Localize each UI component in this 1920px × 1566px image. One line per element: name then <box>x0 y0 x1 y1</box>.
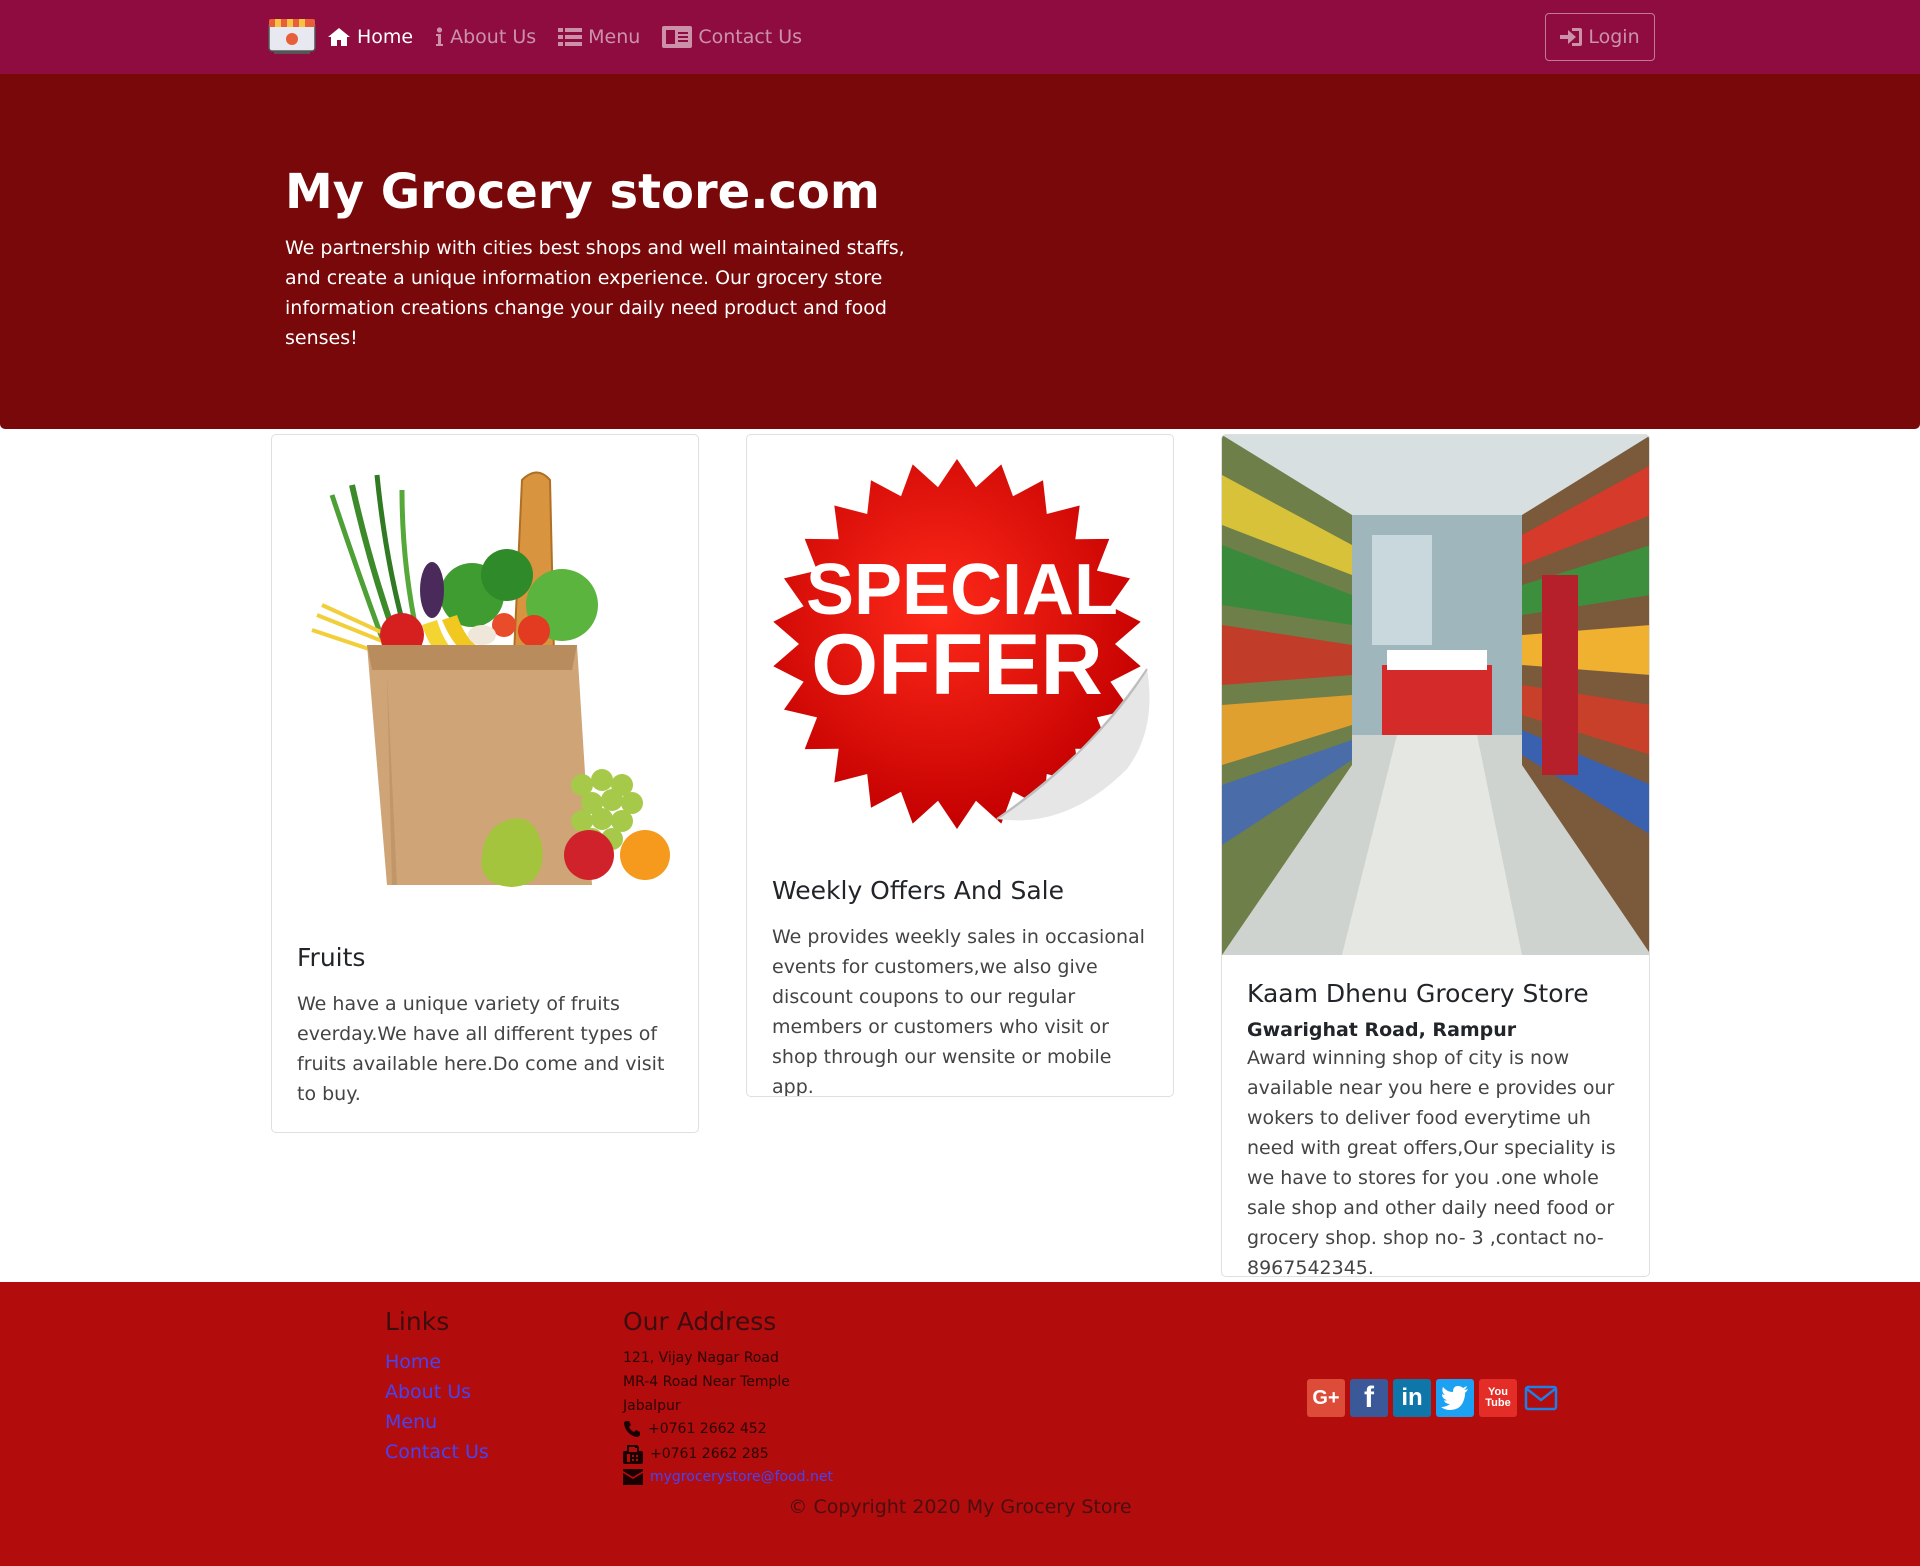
footer <box>0 1282 1920 1566</box>
login-button[interactable]: Login <box>1545 13 1655 61</box>
sticker-text-offer: OFFER <box>811 617 1102 713</box>
card-fruits-title: Fruits <box>297 943 366 972</box>
footer-link-about-us[interactable]: About Us <box>385 1381 471 1403</box>
nav-menu[interactable]: Menu <box>558 26 640 48</box>
footer-links-heading: Links <box>385 1307 450 1336</box>
youtube-glyph: You Tube <box>1485 1386 1511 1409</box>
nav-contact-us[interactable]: Contact Us <box>662 26 802 48</box>
sign-in-icon <box>1560 28 1583 46</box>
card-fruits-text: We have a unique variety of fruits everd… <box>297 993 665 1105</box>
nav-home-label: Home <box>357 26 414 48</box>
address-line-1: 121, Vijay Nagar Road <box>623 1350 779 1366</box>
address-line-2: MR-4 Road Near Temple <box>623 1374 790 1390</box>
card-fruits: Fruits We have a unique variety of fruit… <box>271 434 699 1133</box>
facebook-glyph: f <box>1364 1381 1374 1414</box>
list-icon <box>558 28 583 46</box>
envelope-icon <box>623 1469 643 1485</box>
address-line-3-text: Jabalpur <box>623 1398 681 1414</box>
mail-glyph <box>1524 1385 1558 1411</box>
card-store-subtitle: Gwarighat Road, Rampur <box>1247 1019 1517 1041</box>
address-line-3: Jabalpur <box>623 1398 681 1414</box>
address-card-icon <box>662 26 693 48</box>
phone-icon <box>624 1421 640 1437</box>
footer-link-menu[interactable]: Menu <box>385 1411 437 1433</box>
card-store: Kaam Dhenu Grocery Store Gwarighat Road,… <box>1221 434 1650 1277</box>
fax-number: +0761 2662 285 <box>650 1446 769 1462</box>
hero-text: We partnership with cities best shops an… <box>285 237 905 349</box>
navbar: Home About Us Menu Contact Us Login <box>0 0 1920 74</box>
nav-about-us-label: About Us <box>450 26 537 48</box>
twitter-icon[interactable] <box>1436 1379 1474 1417</box>
nav-home[interactable]: Home <box>327 26 413 48</box>
youtube-icon[interactable]: You Tube <box>1479 1379 1517 1417</box>
nav-menu-label: Menu <box>588 26 641 48</box>
home-icon <box>328 28 350 46</box>
address-line-2-text: MR-4 Road Near Temple <box>623 1374 790 1390</box>
special-offer-sticker-image: SPECIAL OFFER <box>767 449 1157 849</box>
card-weekly-offers-text: We provides weekly sales in occasional e… <box>772 926 1145 1097</box>
store-aisle-image <box>1222 435 1649 955</box>
nav-about-us[interactable]: About Us <box>435 26 536 48</box>
address-fax: +0761 2662 285 <box>623 1444 769 1464</box>
card-weekly-offers-title: Weekly Offers And Sale <box>772 876 1064 905</box>
linkedin-icon[interactable]: in <box>1393 1379 1431 1417</box>
linkedin-glyph: in <box>1401 1384 1423 1411</box>
address-line-1-text: 121, Vijay Nagar Road <box>623 1350 779 1366</box>
address-phone: +0761 2662 452 <box>623 1420 767 1438</box>
copyright-text: © Copyright 2020 My Grocery Store <box>788 1496 1132 1518</box>
hero-title: My Grocery store.com <box>285 164 880 220</box>
address-email: mygrocerystore@food.net <box>623 1469 833 1485</box>
facebook-icon[interactable]: f <box>1350 1379 1388 1417</box>
social-icons: G+ f in You Tube <box>1307 1379 1560 1417</box>
phone-number: +0761 2662 452 <box>648 1421 767 1437</box>
nav-contact-us-label: Contact Us <box>698 26 803 48</box>
info-icon <box>436 27 444 46</box>
google-plus-icon[interactable]: G+ <box>1307 1379 1345 1417</box>
footer-address-heading: Our Address <box>623 1307 777 1336</box>
hero-jumbotron: My Grocery store.com We partnership with… <box>0 74 1920 429</box>
navbar-inner: Home About Us Menu Contact Us Login <box>266 0 1655 74</box>
fax-icon <box>623 1445 643 1464</box>
card-store-text: Award winning shop of city is now availa… <box>1247 1047 1616 1277</box>
mail-icon[interactable] <box>1522 1379 1560 1417</box>
google-plus-glyph: G+ <box>1312 1386 1340 1409</box>
twitter-bird-glyph <box>1441 1386 1468 1410</box>
store-logo-icon[interactable] <box>266 18 318 56</box>
grocery-bag-image <box>292 455 682 895</box>
login-label: Login <box>1588 26 1640 48</box>
footer-link-contact-us[interactable]: Contact Us <box>385 1441 489 1463</box>
card-weekly-offers: SPECIAL OFFER Weekly Offers And Sale We … <box>746 434 1174 1097</box>
nav-links: Home About Us Menu Contact Us <box>327 0 802 74</box>
footer-link-home[interactable]: Home <box>385 1351 441 1373</box>
email-link[interactable]: mygrocerystore@food.net <box>650 1469 833 1485</box>
card-store-title: Kaam Dhenu Grocery Store <box>1247 979 1589 1008</box>
